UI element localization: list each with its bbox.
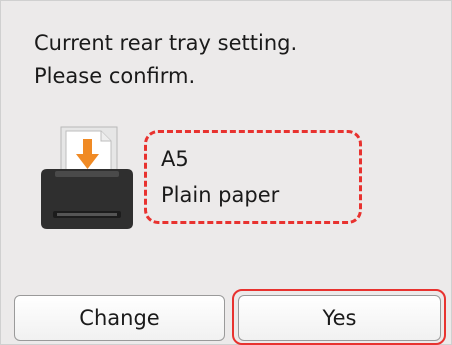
paper-size: A5	[161, 147, 189, 171]
message-line-2: Please confirm.	[34, 64, 196, 88]
message-line-1: Current rear tray setting.	[34, 31, 298, 55]
confirmation-message: Current rear tray setting. Please confir…	[34, 27, 434, 93]
yes-button[interactable]: Yes	[238, 295, 441, 341]
paper-settings-box: A5 Plain paper	[144, 130, 362, 224]
touch-screen: Current rear tray setting. Please confir…	[0, 0, 452, 345]
printer-rear-tray-icon	[41, 126, 133, 229]
paper-type: Plain paper	[161, 183, 280, 207]
change-button[interactable]: Change	[14, 295, 225, 341]
